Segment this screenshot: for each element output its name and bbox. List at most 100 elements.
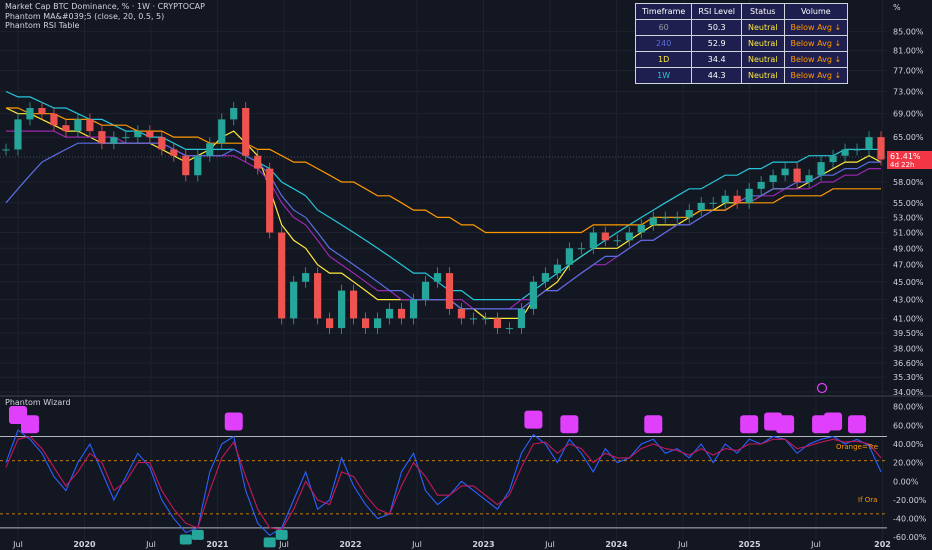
time-tick-label: 2025 [738,540,761,549]
label-orange-trend: Orange=Tre [836,443,878,451]
candle-body [146,131,154,138]
time-tick-label: Jul [145,540,156,549]
candle-body [649,217,657,225]
candle-body [254,155,262,169]
price-tick-label: 45.00% [893,278,924,287]
rsi-cell-timeframe: 1W [634,67,693,84]
candle-body [230,107,238,120]
candle-body [314,273,322,319]
rsi-cell-volume: Below Avg ↓ [783,67,849,84]
overbought-marker [524,410,543,429]
overbought-marker [776,415,795,434]
candle-body [877,137,885,160]
rsi-cell-volume: Below Avg ↓ [783,19,849,36]
candle-body [829,155,837,163]
candle-body [2,149,10,151]
candle-body [853,149,861,151]
price-tick-label: 36.60% [893,359,924,368]
candle-body [218,119,226,144]
rsi-cell-status: Neutral [740,67,785,84]
rsi-header-timeframe: Timeframe [634,3,693,20]
time-tick-label: Jul [12,540,23,549]
candle-body [373,318,382,329]
candle-body [50,113,58,126]
candle-body [14,119,22,150]
candle-body [673,217,681,219]
candle-body [409,299,418,319]
overbought-marker [824,412,843,431]
price-tick-label: 41.00% [893,314,924,323]
candle-body [721,195,729,203]
price-tick-label: 47.00% [893,261,924,270]
candle-body [457,308,466,319]
candle-body [421,281,430,300]
candle-body [326,318,334,329]
candle-body [182,155,190,176]
candle-body [110,137,118,144]
candle-body [865,137,873,150]
price-tick-label: 34.00% [893,388,924,397]
candle-body [74,119,82,132]
candle-body [625,232,633,241]
candle-body [62,125,70,132]
rsi-cell-timeframe: 240 [634,35,693,52]
candle-body [98,131,106,144]
candle-body [529,281,537,309]
price-tick-label: 58.00% [893,178,924,187]
candle-body [38,107,46,114]
time-tick-label: Jul [677,540,688,549]
rsi-table: Timeframe RSI Level Status Volume 60 50.… [634,3,849,84]
oversold-marker [275,529,288,540]
rsi-cell-level: 50.3 [691,19,742,36]
rsi-cell-level: 44.3 [691,67,742,84]
rsi-table-row: 1W 44.3 Neutral Below Avg ↓ [634,67,849,84]
time-tick-label: 2022 [339,540,361,549]
rsi-table-header-row: Timeframe RSI Level Status Volume [634,3,849,20]
oversold-marker [191,529,204,540]
candle-body [86,119,94,132]
price-tick-label: 81.00% [893,47,924,56]
candle-body [745,188,753,203]
overbought-marker [20,415,39,434]
candle-body [637,224,645,233]
candle-body [278,232,286,319]
time-tick-label: Jul [278,540,289,549]
oversold-marker [179,534,192,545]
candle-body [601,232,609,241]
candle-body [517,308,526,329]
price-tick-label: 69.00% [893,110,924,119]
candle-body [433,273,442,282]
price-tick-label: 51.00% [893,229,924,238]
time-tick-label: 2024 [605,540,628,549]
candle-body [445,273,454,309]
candle-body [697,202,705,211]
indicator-ma-label[interactable]: Phantom MA&#039;5 (close, 20, 0.5, 5) [5,12,164,21]
rsi-cell-volume: Below Avg ↓ [783,51,849,68]
rsi-header-status: Status [740,3,785,20]
rsi-cell-level: 52.9 [691,35,742,52]
price-tick-label: 39.50% [893,329,924,338]
time-tick-label: Jul [544,540,555,549]
candle-body [565,248,573,265]
indicator-table-label[interactable]: Phantom RSI Table [5,21,79,30]
price-tick-label: 38.00% [893,344,924,353]
candle-body [781,168,789,176]
candle-body [613,240,621,242]
price-tick-label: 35.30% [893,373,924,382]
price-tick-label: 85.00% [893,28,924,37]
price-tick-label: 55.00% [893,199,924,208]
candle-body [397,308,406,319]
candle-body [158,137,166,150]
time-tick-label: 2023 [472,540,494,549]
oscillator-tick-label: 80.00% [893,403,924,412]
time-tick-label: Jul [810,540,821,549]
oscillator-tick-label: 20.00% [893,459,924,468]
rsi-cell-status: Neutral [740,51,785,68]
rsi-cell-level: 34.4 [691,51,742,68]
oscillator-tick-label: -20.00% [893,496,927,505]
oscillator-title[interactable]: Phantom Wizard [5,398,71,407]
price-tick-label: 49.00% [893,244,924,253]
time-tick-label: 2020 [73,540,96,549]
candle-body [733,195,741,203]
candle-body [134,131,142,138]
